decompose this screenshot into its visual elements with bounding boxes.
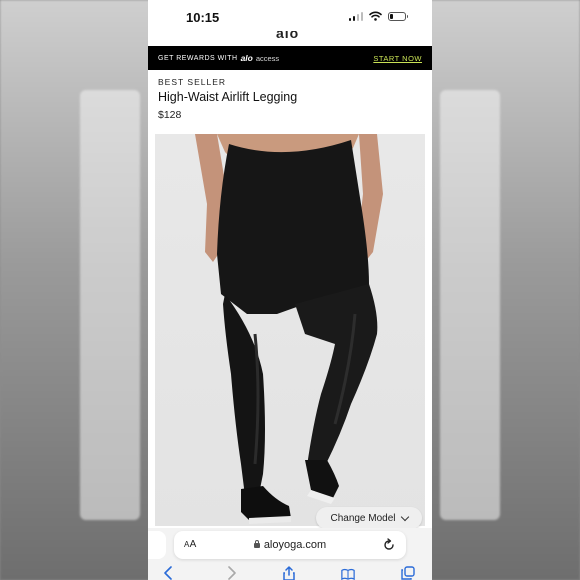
blurred-background-right bbox=[430, 0, 580, 580]
reload-icon[interactable] bbox=[382, 538, 396, 552]
lock-icon bbox=[253, 539, 260, 548]
tabs-icon[interactable] bbox=[401, 566, 415, 580]
chevron-down-icon bbox=[400, 512, 409, 521]
product-price: $128 bbox=[158, 109, 182, 121]
battery-icon bbox=[388, 11, 408, 21]
bookmarks-icon[interactable] bbox=[341, 566, 355, 580]
best-seller-badge: BEST SELLER bbox=[158, 77, 227, 87]
previous-tab-peek[interactable] bbox=[148, 531, 166, 559]
promo-message: GET REWARDS WITH alo access bbox=[158, 53, 279, 63]
battery-level bbox=[390, 13, 394, 19]
rewards-promo-bar: GET REWARDS WITH alo access START NOW bbox=[148, 46, 432, 70]
product-image[interactable] bbox=[155, 134, 425, 526]
site-logo[interactable]: alo bbox=[276, 31, 306, 41]
start-now-link[interactable]: START NOW bbox=[373, 54, 422, 63]
back-icon[interactable] bbox=[162, 566, 176, 580]
change-model-label: Change Model bbox=[330, 512, 396, 524]
address-bar[interactable]: AA aloyoga.com bbox=[174, 531, 406, 559]
promo-text: GET REWARDS WITH bbox=[158, 54, 238, 62]
promo-brand: alo bbox=[240, 53, 253, 63]
change-model-button[interactable]: Change Model bbox=[316, 507, 422, 529]
legging-model-illustration bbox=[195, 134, 383, 524]
url-text: aloyoga.com bbox=[263, 539, 327, 551]
blurred-background-left bbox=[0, 0, 150, 580]
phone-screen: 10:15 alo GET REWARDS WITH alo access ST… bbox=[148, 0, 432, 580]
promo-brand-suffix: access bbox=[255, 53, 280, 63]
browser-toolbar bbox=[148, 564, 432, 580]
forward-icon[interactable] bbox=[224, 566, 238, 580]
product-title: High-Waist Airlift Legging bbox=[158, 90, 298, 104]
url-display[interactable]: aloyoga.com bbox=[174, 539, 406, 551]
cellular-signal-icon bbox=[348, 11, 363, 21]
wifi-icon bbox=[369, 11, 382, 21]
status-time: 10:15 bbox=[186, 10, 220, 25]
share-icon[interactable] bbox=[282, 566, 296, 580]
status-icons bbox=[348, 11, 408, 21]
